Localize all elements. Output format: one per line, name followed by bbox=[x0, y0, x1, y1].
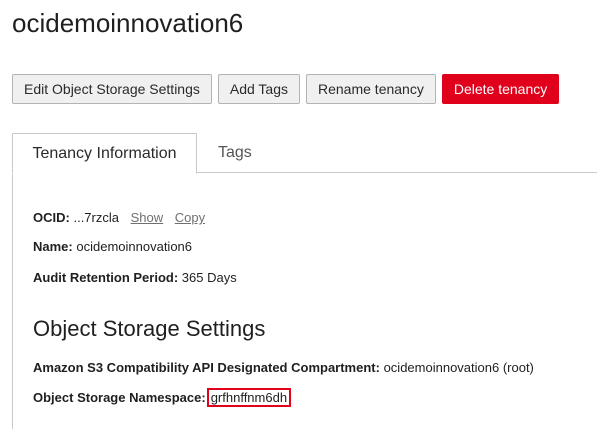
name-value: ocidemoinnovation6 bbox=[76, 239, 193, 254]
delete-tenancy-button[interactable]: Delete tenancy bbox=[441, 74, 560, 104]
rename-tenancy-button[interactable]: Rename tenancy bbox=[306, 74, 436, 104]
namespace-field: Object Storage Namespace: grfhnffnm6dh bbox=[33, 388, 292, 407]
ocid-copy-link[interactable]: Copy bbox=[175, 210, 205, 225]
namespace-value-highlighted: grfhnffnm6dh bbox=[206, 388, 292, 407]
add-tags-button[interactable]: Add Tags bbox=[217, 74, 300, 104]
action-toolbar: Edit Object Storage Settings Add Tags Re… bbox=[12, 74, 560, 104]
s3-compartment-label: Amazon S3 Compatibility API Designated C… bbox=[33, 360, 380, 375]
s3-compartment-value: ocidemoinnovation6 (root) bbox=[383, 360, 534, 375]
audit-retention-label: Audit Retention Period: bbox=[33, 270, 179, 285]
audit-retention-value: 365 Days bbox=[181, 270, 237, 285]
tab-bar: Tenancy Information Tags bbox=[12, 133, 597, 174]
page-title: ocidemoinnovation6 bbox=[12, 8, 244, 38]
ocid-value: ...7rzcla bbox=[73, 210, 119, 225]
ocid-show-link[interactable]: Show bbox=[131, 210, 164, 225]
ocid-label: OCID: bbox=[33, 210, 70, 225]
namespace-label: Object Storage Namespace: bbox=[33, 390, 206, 405]
tenancy-details-page: ocidemoinnovation6 Edit Object Storage S… bbox=[0, 0, 597, 429]
name-field: Name: ocidemoinnovation6 bbox=[33, 239, 192, 254]
tab-tenancy-information[interactable]: Tenancy Information bbox=[12, 133, 197, 174]
edit-object-storage-settings-button[interactable]: Edit Object Storage Settings bbox=[12, 74, 212, 104]
tab-tags[interactable]: Tags bbox=[218, 133, 252, 173]
ocid-field: OCID: ...7rzcla Show Copy bbox=[33, 210, 205, 225]
audit-retention-field: Audit Retention Period: 365 Days bbox=[33, 270, 237, 285]
name-label: Name: bbox=[33, 239, 73, 254]
object-storage-section-title: Object Storage Settings bbox=[33, 316, 266, 341]
s3-compartment-field: Amazon S3 Compatibility API Designated C… bbox=[33, 360, 534, 375]
